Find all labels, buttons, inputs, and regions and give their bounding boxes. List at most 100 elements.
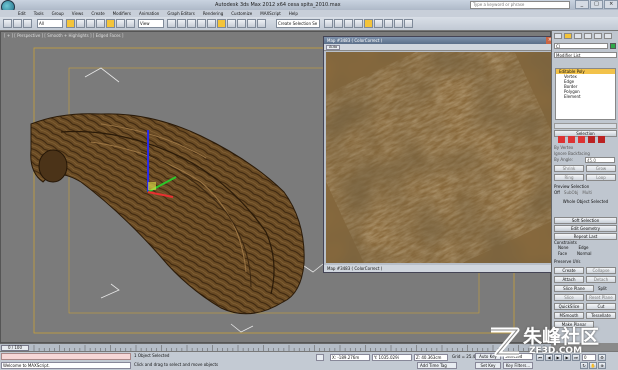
link-icon[interactable] <box>23 19 32 28</box>
menu-maxscript[interactable]: MAXScript <box>260 10 281 17</box>
material-editor-icon[interactable] <box>364 19 373 28</box>
preview-off-radio[interactable]: Off <box>554 190 560 195</box>
polygon-icon[interactable] <box>588 136 595 143</box>
object-name-field[interactable]: Cl <box>554 43 608 49</box>
bark-object[interactable] <box>30 113 305 315</box>
named-selection-set-dropdown[interactable]: Create Selection Se <box>276 19 320 28</box>
collapse-button[interactable]: Collapse <box>586 267 616 274</box>
coord-y-field[interactable]: Y: 1035.029i <box>372 354 412 361</box>
close-button[interactable]: × <box>604 0 618 9</box>
by-angle-checkbox[interactable]: By Angle: <box>554 157 584 162</box>
constraint-face-radio[interactable]: Face <box>558 251 567 256</box>
stack-tools[interactable] <box>554 123 617 129</box>
preview-multi-radio[interactable]: Multi <box>582 190 592 195</box>
menu-modifiers[interactable]: Modifiers <box>113 10 131 17</box>
repeat-last-button[interactable]: Repeat Last <box>554 233 617 240</box>
mirror-icon[interactable] <box>247 19 256 28</box>
motion-tab-icon[interactable] <box>584 33 592 39</box>
add-time-tag-button[interactable]: Add Time Tag <box>417 362 457 369</box>
stack-item-element[interactable]: Element <box>556 94 615 99</box>
rendered-frame-icon[interactable] <box>384 19 393 28</box>
manipulate-icon[interactable] <box>177 19 186 28</box>
select-move-icon[interactable] <box>106 19 115 28</box>
constraint-edge-radio[interactable]: Edge <box>578 245 588 250</box>
reset-plane-button[interactable]: Reset Plane <box>586 294 616 301</box>
menu-tools[interactable]: Tools <box>34 10 44 17</box>
pivot-center-icon[interactable] <box>167 19 176 28</box>
ignore-backfacing-checkbox[interactable]: Ignore Backfacing <box>554 151 617 156</box>
reference-coord-dropdown[interactable]: View <box>138 19 164 28</box>
menu-views[interactable]: Views <box>72 10 84 17</box>
preview-subobj-radio[interactable]: SubObj <box>564 190 578 195</box>
spinner-snap-icon[interactable] <box>227 19 236 28</box>
by-vertex-checkbox[interactable]: By Vertex <box>554 145 617 150</box>
select-scale-icon[interactable] <box>126 19 135 28</box>
menu-group[interactable]: Group <box>52 10 64 17</box>
loop-button[interactable]: Loop <box>586 174 616 181</box>
select-by-name-icon[interactable] <box>76 19 85 28</box>
menu-rendering[interactable]: Rendering <box>203 10 223 17</box>
cut-button[interactable]: Cut <box>586 303 616 310</box>
hierarchy-tab-icon[interactable] <box>574 33 582 39</box>
time-slider[interactable]: 0 / 100 <box>0 343 551 351</box>
window-crossing-icon[interactable] <box>96 19 105 28</box>
slice-button[interactable]: Slice <box>554 294 584 301</box>
minimize-button[interactable]: _ <box>575 0 589 9</box>
quickslice-button[interactable]: QuickSlice <box>554 303 584 310</box>
schematic-view-icon[interactable] <box>354 19 363 28</box>
ring-button[interactable]: Ring <box>554 174 584 181</box>
detach-button[interactable]: Detach <box>586 276 616 283</box>
menu-edit[interactable]: Edit <box>18 10 26 17</box>
create-button[interactable]: Create <box>554 267 584 274</box>
edge-icon[interactable] <box>568 136 575 143</box>
menu-help[interactable]: Help <box>289 10 298 17</box>
undo-icon[interactable] <box>3 19 12 28</box>
align-icon[interactable] <box>257 19 266 28</box>
teapot-icon[interactable] <box>404 19 413 28</box>
angle-snap-icon[interactable] <box>207 19 216 28</box>
select-object-icon[interactable] <box>66 19 75 28</box>
edit-geometry-rollout[interactable]: Edit Geometry <box>554 225 617 232</box>
constraint-normal-radio[interactable]: Normal <box>577 251 591 256</box>
menu-animation[interactable]: Animation <box>139 10 159 17</box>
grow-button[interactable]: Grow <box>586 165 616 172</box>
lock-selection-icon[interactable] <box>316 354 324 361</box>
preserve-uvs-checkbox[interactable]: Preserve UVs <box>554 259 617 264</box>
split-checkbox[interactable]: Split <box>598 286 616 291</box>
keyboard-shortcut-icon[interactable] <box>187 19 196 28</box>
modify-tab-icon[interactable] <box>564 33 572 39</box>
utilities-tab-icon[interactable] <box>604 33 612 39</box>
search-input[interactable]: Type a keyword or phrase <box>470 1 570 9</box>
by-angle-field[interactable]: 45.0 <box>585 157 615 163</box>
create-tab-icon[interactable] <box>554 33 562 39</box>
display-tab-icon[interactable] <box>594 33 602 39</box>
selection-filter-dropdown[interactable]: All <box>37 19 63 28</box>
coord-x-field[interactable]: X: -189.276m <box>330 354 370 361</box>
slice-plane-button[interactable]: Slice Plane <box>554 285 594 292</box>
menu-customize[interactable]: Customize <box>231 10 252 17</box>
object-color-swatch[interactable] <box>610 43 616 49</box>
select-rotate-icon[interactable] <box>116 19 125 28</box>
border-icon[interactable] <box>578 136 585 143</box>
maxscript-listener-input[interactable]: Welcome to MAXScript. <box>1 362 131 369</box>
shrink-button[interactable]: Shrink <box>554 165 584 172</box>
snap-toggle-icon[interactable] <box>197 19 206 28</box>
percent-snap-icon[interactable] <box>217 19 226 28</box>
auto-button[interactable]: Auto <box>326 45 341 50</box>
render-production-icon[interactable] <box>394 19 403 28</box>
menu-create[interactable]: Create <box>91 10 104 17</box>
modifier-stack[interactable]: Editable Poly Vertex Edge Border Polygon… <box>555 68 616 120</box>
attach-button[interactable]: Attach <box>554 276 584 283</box>
rect-region-icon[interactable] <box>86 19 95 28</box>
vertex-icon[interactable] <box>558 136 565 143</box>
render-setup-icon[interactable] <box>374 19 383 28</box>
constraint-none-radio[interactable]: None <box>558 245 568 250</box>
viewport-label[interactable]: [ + ] [ Perspective ] [ Smooth + Highlig… <box>4 33 123 38</box>
tessellate-button[interactable]: Tessellate <box>586 312 616 319</box>
maximize-button[interactable]: □ <box>589 0 604 9</box>
maxscript-listener-output[interactable] <box>1 353 131 360</box>
soft-selection-rollout[interactable]: Soft Selection <box>554 217 617 224</box>
coord-z-field[interactable]: Z: 40.363cm <box>414 354 448 361</box>
graphite-ribbon-icon[interactable] <box>334 19 343 28</box>
curve-editor-icon[interactable] <box>344 19 353 28</box>
